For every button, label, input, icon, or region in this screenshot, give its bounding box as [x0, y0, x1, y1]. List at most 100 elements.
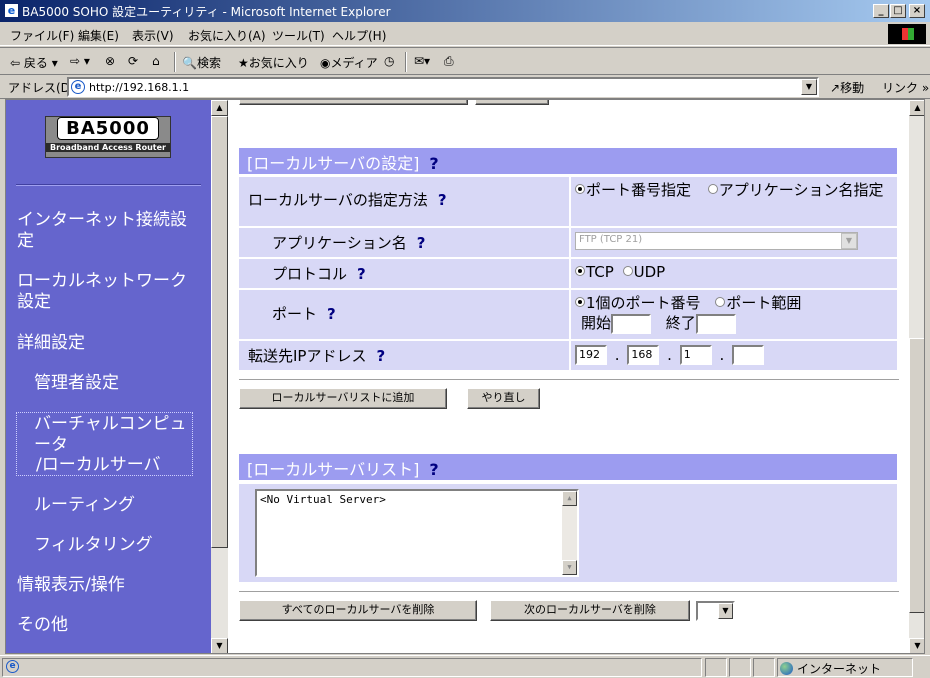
address-bar: アドレス(D) e http://192.168.1.1 ▼ ↗移動 リンク » [0, 75, 930, 99]
application-select[interactable]: FTP (TCP 21) ▼ [575, 232, 858, 250]
app-label-cell: アプリケーション名? [239, 228, 569, 257]
home-icon[interactable]: ⌂ [152, 54, 160, 68]
listbox-scrollbar[interactable]: ▲ ▼ [562, 491, 577, 575]
windows-logo-icon [888, 24, 926, 44]
go-arrow-icon: ↗ [830, 81, 841, 95]
search-button[interactable]: 🔍検索 [182, 54, 221, 71]
menu-help[interactable]: ヘルプ(H) [332, 27, 386, 44]
server-select[interactable]: ▼ [696, 601, 735, 621]
nav-advanced-settings[interactable]: 詳細設定 [17, 333, 203, 354]
port-end-input[interactable] [695, 313, 736, 334]
ip-octet-1-input[interactable]: 192 [575, 345, 607, 365]
list-item[interactable]: <No Virtual Server> [260, 493, 386, 506]
menu-view[interactable]: 表示(V) [132, 27, 174, 44]
help-link[interactable]: ? [429, 460, 438, 479]
search-icon: 🔍 [182, 56, 197, 70]
method-port-radio[interactable] [575, 184, 585, 194]
method-value-cell: ポート番号指定 アプリケーション名指定 [571, 177, 897, 226]
ie-icon: e [4, 3, 19, 18]
nav-admin-settings[interactable]: 管理者設定 [34, 373, 204, 394]
help-link[interactable]: ? [438, 191, 447, 209]
scroll-down-arrow-icon[interactable]: ▼ [211, 638, 228, 653]
port-start-input[interactable] [611, 313, 652, 334]
help-link[interactable]: ? [417, 234, 426, 252]
window-title: BA5000 SOHO 設定ユーティリティ - Microsoft Intern… [22, 5, 391, 19]
help-link[interactable]: ? [327, 305, 336, 323]
scroll-down-arrow-icon[interactable]: ▼ [562, 560, 577, 575]
nav-scroll-thumb[interactable] [211, 116, 228, 548]
nav-frame: BA5000 Broadband Access Router インターネット接続… [6, 100, 211, 653]
method-label-cell: ローカルサーバの指定方法? [239, 177, 569, 226]
address-dropdown-button[interactable]: ▼ [801, 79, 817, 95]
address-input[interactable]: e http://192.168.1.1 ▼ [67, 77, 819, 97]
scroll-up-arrow-icon[interactable]: ▲ [211, 100, 228, 116]
content-scrollbar[interactable]: ▲ ▼ [909, 100, 924, 653]
select-arrow-icon: ▼ [718, 603, 733, 619]
ip-octet-4-input[interactable] [732, 345, 765, 365]
port-range-radio[interactable] [715, 297, 726, 307]
address-url: http://192.168.1.1 [89, 81, 190, 94]
stop-icon[interactable]: ⊗ [105, 54, 115, 68]
scroll-up-arrow-icon[interactable]: ▲ [562, 491, 577, 506]
nav-internet-connection[interactable]: インターネット接続設定 [17, 210, 203, 252]
section-divider [239, 591, 899, 593]
app-value-cell: FTP (TCP 21) ▼ [571, 228, 897, 257]
port-single-radio[interactable] [575, 297, 585, 307]
port-value-cell: 1個のポート番号 ポート範囲 開始 終了 [571, 290, 897, 339]
local-server-listbox[interactable]: <No Virtual Server> ▲ ▼ [255, 489, 579, 577]
refresh-icon[interactable]: ⟳ [128, 54, 138, 68]
menu-bar: ファイル(F) 編集(E) 表示(V) お気に入り(A) ツール(T) ヘルプ(… [0, 22, 930, 46]
nav-routing[interactable]: ルーティング [34, 495, 204, 516]
history-icon[interactable]: ◷ [384, 54, 394, 68]
delete-next-local-server-button[interactable]: 次のローカルサーバを削除 [490, 600, 690, 621]
nav-virtual-computer[interactable]: バーチャルコンピュータ /ローカルサーバ [16, 412, 193, 476]
browser-viewport: BA5000 Broadband Access Router インターネット接続… [5, 99, 925, 654]
menu-tools[interactable]: ツール(T) [272, 27, 325, 44]
favorites-button[interactable]: ★お気に入り [238, 54, 309, 71]
add-to-local-server-list-button[interactable]: ローカルサーバリストに追加 [239, 388, 447, 409]
content-scroll-thumb[interactable] [909, 338, 924, 613]
help-link[interactable]: ? [429, 154, 438, 173]
back-button[interactable]: ⇦ 戻る ▾ [10, 54, 58, 71]
status-text-panel: e [2, 658, 702, 677]
menu-favorites[interactable]: お気に入り(A) [188, 27, 266, 44]
nav-filtering[interactable]: フィルタリング [34, 535, 204, 556]
media-button[interactable]: ◉メディア [320, 54, 378, 71]
nav-other[interactable]: その他 [17, 615, 203, 636]
scroll-down-arrow-icon[interactable]: ▼ [909, 638, 924, 653]
cutoff-button[interactable] [475, 100, 549, 105]
protocol-label-cell: プロトコル? [239, 259, 569, 288]
nav-info-operations[interactable]: 情報表示/操作 [17, 575, 203, 596]
method-app-radio[interactable] [707, 184, 718, 194]
help-link[interactable]: ? [357, 265, 366, 283]
minimize-button[interactable]: _ [873, 4, 889, 18]
status-panel [729, 658, 751, 677]
nav-local-network[interactable]: ローカルネットワーク設定 [17, 271, 203, 313]
links-button[interactable]: リンク » [882, 79, 929, 96]
ip-octet-3-input[interactable]: 1 [679, 345, 712, 365]
status-bar: e インターネット [0, 655, 930, 678]
print-icon[interactable]: ⎙ [444, 54, 454, 69]
local-server-list-header: [ローカルサーバリスト]? [239, 454, 897, 480]
protocol-tcp-radio[interactable] [575, 266, 585, 276]
go-button[interactable]: ↗移動 [830, 79, 864, 96]
menu-edit[interactable]: 編集(E) [78, 27, 119, 44]
content-frame: [ローカルサーバの設定]? ローカルサーバの指定方法? ポート番号指定 アプリケ… [228, 100, 909, 653]
back-arrow-icon: ⇦ [10, 56, 21, 70]
reset-button[interactable]: やり直し [467, 388, 540, 409]
ip-octet-2-input[interactable]: 168 [627, 345, 660, 365]
menu-file[interactable]: ファイル(F) [10, 27, 74, 44]
port-label-cell: ポート? [239, 290, 569, 339]
cutoff-button[interactable] [239, 100, 468, 105]
help-link[interactable]: ? [376, 347, 385, 365]
nav-scrollbar[interactable]: ▲ ▼ [211, 100, 228, 653]
media-icon: ◉ [320, 56, 331, 70]
mail-icon[interactable]: ✉▾ [414, 54, 430, 68]
close-button[interactable]: × [909, 4, 925, 18]
scroll-up-arrow-icon[interactable]: ▲ [909, 100, 924, 116]
protocol-udp-radio[interactable] [622, 266, 633, 276]
forward-button[interactable]: ⇨ ▾ [70, 54, 90, 68]
nav-virtual-computer-label: バーチャルコンピュータ [34, 414, 187, 455]
maximize-button[interactable]: □ [890, 4, 906, 18]
delete-all-local-servers-button[interactable]: すべてのローカルサーバを削除 [239, 600, 477, 621]
